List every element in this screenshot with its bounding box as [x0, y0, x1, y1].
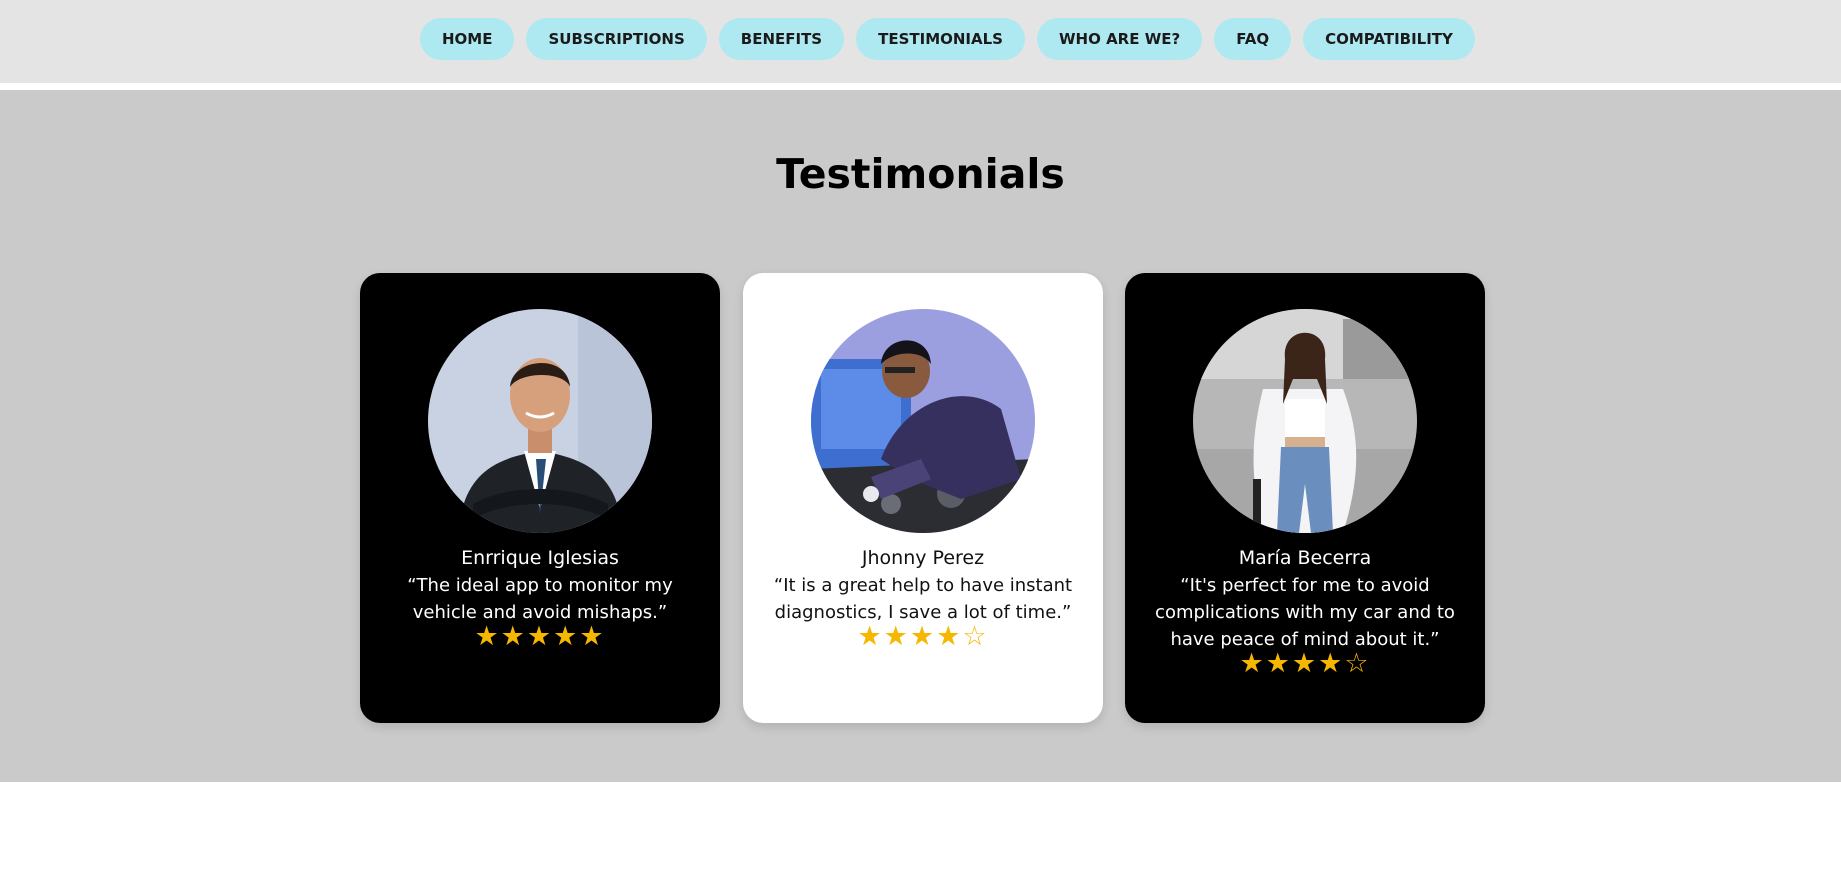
star-filled-icon: ★ — [909, 621, 937, 652]
testimonial-quote: “The ideal app to monitor my vehicle and… — [390, 572, 690, 650]
header-divider — [0, 83, 1841, 90]
star-filled-icon: ★ — [474, 621, 501, 652]
star-rating: ★★★★☆ — [773, 621, 1073, 652]
nav-compatibility-button[interactable]: COMPATIBILITY — [1303, 18, 1475, 60]
page-footer-space — [0, 782, 1841, 872]
nav-subscriptions-button[interactable]: SUBSCRIPTIONS — [526, 18, 707, 60]
star-filled-icon: ★ — [1291, 648, 1319, 679]
nav-benefits-button[interactable]: BENEFITS — [718, 18, 845, 60]
testimonial-author-name: María Becerra — [1238, 547, 1372, 569]
avatar-photo — [1193, 309, 1417, 533]
testimonial-author-name: Enrrique Iglesias — [461, 547, 619, 569]
avatar-photo — [811, 309, 1035, 533]
star-filled-icon: ★ — [526, 621, 554, 652]
section-title: Testimonials — [776, 150, 1065, 198]
star-empty-icon: ☆ — [962, 621, 989, 652]
star-filled-icon: ★ — [500, 621, 527, 652]
testimonials-section: Testimonials Enrrique Iglesias “The idea… — [0, 90, 1841, 782]
star-filled-icon: ★ — [579, 621, 606, 652]
testimonial-author-name: Jhonny Perez — [861, 547, 985, 569]
nav-faq-button[interactable]: FAQ — [1214, 18, 1292, 60]
top-navigation-bar: HOME SUBSCRIPTIONS BENEFITS TESTIMONIALS… — [0, 0, 1841, 83]
star-empty-icon: ☆ — [1344, 648, 1371, 679]
avatar-photo — [428, 309, 652, 533]
star-filled-icon: ★ — [883, 621, 910, 652]
star-filled-icon: ★ — [936, 621, 963, 652]
testimonial-quote: “It is a great help to have instant diag… — [773, 572, 1073, 650]
nav-testimonials-button[interactable]: TESTIMONIALS — [856, 18, 1025, 60]
main-nav: HOME SUBSCRIPTIONS BENEFITS TESTIMONIALS… — [420, 18, 1475, 60]
star-filled-icon: ★ — [1239, 648, 1266, 679]
star-filled-icon: ★ — [857, 621, 884, 652]
testimonial-quote-text: “It is a great help to have instant diag… — [773, 575, 1073, 623]
testimonial-quote: “It's perfect for me to avoid complicati… — [1155, 572, 1455, 677]
testimonial-card: María Becerra “It's perfect for me to av… — [1125, 273, 1485, 723]
star-rating: ★★★★★ — [390, 621, 690, 652]
testimonial-quote-text: “The ideal app to monitor my vehicle and… — [407, 575, 673, 623]
nav-home-button[interactable]: HOME — [420, 18, 515, 60]
testimonial-card: Enrrique Iglesias “The ideal app to moni… — [360, 273, 720, 723]
star-filled-icon: ★ — [553, 621, 580, 652]
testimonial-quote-text: “It's perfect for me to avoid complicati… — [1155, 575, 1455, 650]
testimonial-card: Jhonny Perez “It is a great help to have… — [743, 273, 1103, 723]
nav-who-are-we-button[interactable]: WHO ARE WE? — [1037, 18, 1203, 60]
star-filled-icon: ★ — [1265, 648, 1292, 679]
star-filled-icon: ★ — [1318, 648, 1345, 679]
star-rating: ★★★★☆ — [1155, 648, 1455, 679]
